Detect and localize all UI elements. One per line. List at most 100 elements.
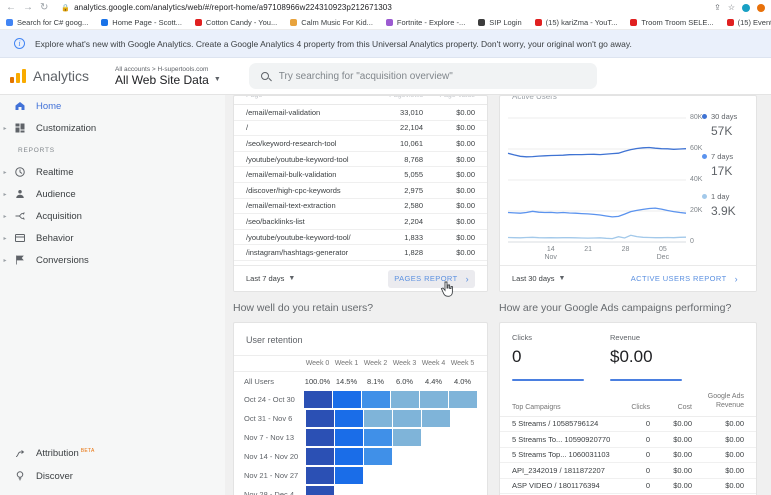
campaigns-col-header: Clicks	[631, 403, 650, 411]
account-switcher[interactable]: All accounts > H-supertools.com All Web …	[115, 66, 221, 87]
campaign-row: API_2342019 / 1811872207 0 $0.00 $0.00	[500, 463, 756, 479]
forward-icon[interactable]: →	[23, 2, 33, 13]
expand-chevron-icon[interactable]: ▸	[0, 191, 10, 198]
google-analytics-home-screenshot: ← → ↻ 🔒 analytics.google.com/analytics/w…	[0, 0, 771, 495]
campaign-name: ASP VIDEO / 1801176394	[512, 481, 600, 491]
campaigns-table-header: Top Campaigns Clicks Cost Google Ads Revenue	[500, 381, 756, 417]
expand-chevron-icon[interactable]: ▸	[0, 125, 10, 132]
extension-icon[interactable]	[742, 3, 750, 12]
pageviews-value: 1,828	[404, 248, 423, 258]
bookmark-item[interactable]: Home Page - Scott...	[101, 18, 182, 27]
sidebar-item-home[interactable]: Home	[0, 95, 225, 117]
sidebar-item-customization[interactable]: ▸ Customization	[0, 117, 225, 139]
bookmark-item[interactable]: Search for C# goog...	[6, 18, 88, 27]
pageviews-value: 10,061	[400, 138, 423, 148]
ads-metric-clicks[interactable]: Clicks 0	[512, 333, 584, 381]
expand-chevron-icon[interactable]: ▸	[0, 213, 10, 220]
analytics-logo-icon[interactable]	[10, 69, 26, 83]
retention-cohort-row: Nov 14 - Nov 20	[234, 447, 487, 466]
extension-icon[interactable]	[757, 3, 765, 12]
retention-heat-cell	[306, 429, 334, 446]
page-value: $0.00	[456, 185, 475, 195]
retention-section-title: How well do you retain users?	[233, 302, 374, 314]
retention-heat-cell	[422, 410, 450, 427]
expand-chevron-icon[interactable]: ▸	[0, 257, 10, 264]
bookmarks-bar: Search for C# goog... Home Page - Scott..…	[0, 15, 771, 30]
chevron-down-icon: ▼	[288, 275, 296, 282]
home-icon	[13, 99, 27, 113]
chevron-right-icon: ›	[734, 273, 738, 284]
legend-dot-icon	[702, 114, 707, 119]
expand-chevron-icon[interactable]: ▸	[0, 235, 10, 242]
search-input[interactable]: Try searching for "acquisition overview"	[248, 63, 597, 89]
share-icon[interactable]: ⇪	[714, 3, 721, 12]
chevron-down-icon: ▼	[213, 76, 221, 83]
retention-cohort-row: Nov 21 - Nov 27	[234, 466, 487, 485]
page-path: /seo/backlinks-list	[246, 216, 305, 226]
cohort-date-label: Nov 7 - Nov 13	[244, 433, 295, 442]
bookmark-item[interactable]: Troom Troom SELE...	[630, 18, 714, 27]
attribution-icon	[13, 447, 27, 461]
legend-label: 7 days	[711, 152, 734, 161]
x-axis-tick: 21	[584, 246, 592, 253]
retention-percent-value: 4.0%	[453, 376, 472, 386]
campaign-revenue: $0.00	[725, 450, 744, 460]
sidebar-item-attribution[interactable]: Attribution BETA	[0, 443, 225, 465]
legend-entry: 30 days 57K	[702, 112, 748, 138]
account-path: All accounts > H-supertools.com	[115, 65, 209, 73]
retention-heat-cell	[364, 429, 392, 446]
sidebar-item-realtime[interactable]: ▸ Realtime	[0, 161, 225, 183]
sidebar-item-conversions[interactable]: ▸ Conversions	[0, 249, 225, 271]
brand-title[interactable]: Analytics	[33, 68, 89, 84]
retention-heat-cell	[335, 429, 363, 446]
bookmark-item[interactable]: Cotton Candy - You...	[194, 18, 277, 27]
pages-range-selector[interactable]: Last 7 days ▼	[246, 274, 295, 283]
bookmark-item[interactable]: (15) Events and Fac...	[726, 18, 771, 27]
retention-heat-cell	[391, 391, 419, 408]
retention-week-header: Week 0	[305, 360, 330, 367]
bookmark-item[interactable]: Fortnite - Explore -...	[385, 18, 465, 27]
cohort-date-label: Nov 21 - Nov 27	[244, 471, 299, 480]
sidebar-item-discover[interactable]: Discover	[0, 465, 225, 487]
bookmark-item[interactable]: SIP Login	[478, 18, 522, 27]
campaign-name: 5 Streams / 10585796124	[512, 419, 599, 429]
reload-icon[interactable]: ↻	[40, 2, 48, 13]
campaign-clicks: 0	[645, 434, 650, 444]
active-users-report-link[interactable]: ACTIVE USERS REPORT ›	[625, 270, 744, 288]
favicon	[478, 18, 486, 26]
ads-section-title: How are your Google Ads campaigns perfor…	[499, 302, 732, 314]
page-value: $0.00	[456, 232, 475, 242]
sidebar-nav: Home ▸ Customization REPORTS ▸ Realtime ▸ Audie…	[0, 95, 225, 495]
pages-report-link[interactable]: PAGES REPORT ›	[388, 269, 475, 288]
campaign-revenue: $0.00	[725, 419, 744, 429]
page-value: $0.00	[456, 123, 475, 133]
pages-table-row: /email/email-bulk-validation 5,055 $0.00	[234, 167, 487, 183]
sidebar-item-label: Customization	[36, 122, 97, 134]
sidebar-item-behavior[interactable]: ▸ Behavior	[0, 227, 225, 249]
expand-chevron-icon[interactable]: ▸	[0, 169, 10, 176]
back-icon[interactable]: ←	[6, 2, 16, 13]
bookmark-label: Search for C# goog...	[17, 17, 89, 27]
bookmark-star-icon[interactable]: ☆	[728, 3, 735, 12]
sidebar-item-acquisition[interactable]: ▸ Acquisition	[0, 205, 225, 227]
metric-label: Clicks	[512, 333, 532, 342]
retention-heat-cell	[420, 391, 448, 408]
pages-table-row: /seo/keyword-research-tool 10,061 $0.00	[234, 136, 487, 152]
active-users-title: Active Users	[512, 96, 557, 101]
bookmark-item[interactable]: Calm Music For Kid...	[290, 18, 373, 27]
retention-heat-cell	[362, 391, 390, 408]
retention-heat-cell	[335, 448, 363, 465]
url-text[interactable]: analytics.google.com/analytics/web/#/rep…	[74, 3, 706, 12]
page-path: /youtube/youtube-keyword-tool	[246, 154, 349, 164]
bookmark-item[interactable]: (15) kariZma - YouT...	[534, 17, 618, 27]
ads-metric-revenue[interactable]: Revenue $0.00	[610, 333, 682, 381]
legend-dot-icon	[702, 154, 707, 159]
cohort-date-label: Oct 24 - Oct 30	[244, 395, 295, 404]
col-page-value: Page Value	[423, 96, 475, 99]
bookmark-label: (15) kariZma - YouT...	[545, 17, 618, 27]
favicon	[630, 18, 638, 26]
active-users-range-selector[interactable]: Last 30 days ▼	[512, 274, 565, 283]
sidebar-item-audience[interactable]: ▸ Audience	[0, 183, 225, 205]
page-path: /seo/keyword-research-tool	[246, 138, 337, 148]
cohort-date-label: Oct 31 - Nov 6	[244, 414, 293, 423]
